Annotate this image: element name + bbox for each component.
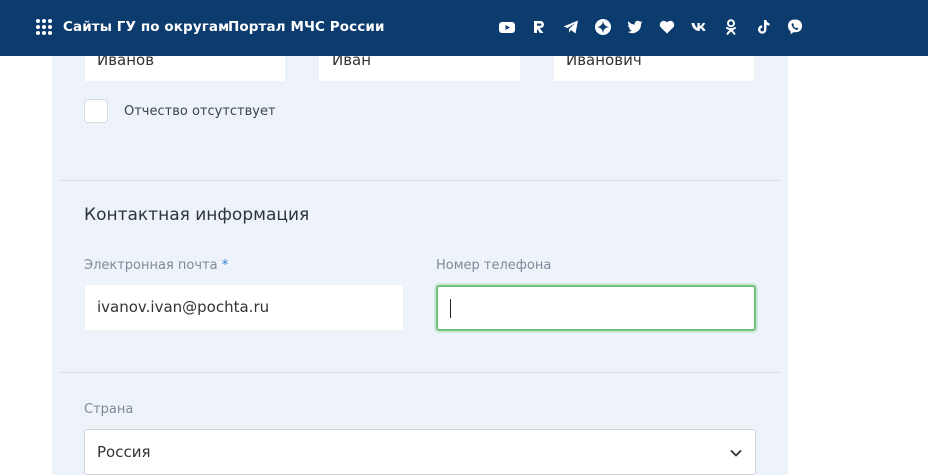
phone-input[interactable]: [436, 285, 756, 331]
vk-icon[interactable]: [690, 18, 708, 36]
email-label: Электронная почта *: [84, 258, 228, 273]
dzen-icon[interactable]: [594, 18, 612, 36]
tiktok-icon[interactable]: [754, 18, 772, 36]
no-middle-name-label: Отчество отсутствует: [124, 104, 276, 119]
odnoklassniki-icon[interactable]: [722, 18, 740, 36]
rutube-icon[interactable]: [530, 18, 548, 36]
section-divider: [60, 180, 780, 181]
heart-icon[interactable]: [658, 18, 676, 36]
country-label: Страна: [84, 402, 134, 417]
country-select[interactable]: Россия: [84, 429, 756, 475]
no-middle-name-checkbox[interactable]: [84, 99, 108, 123]
telegram-icon[interactable]: [562, 18, 580, 36]
apps-grid-icon[interactable]: [36, 19, 52, 35]
section-divider: [60, 372, 780, 373]
contact-section-title: Контактная информация: [84, 205, 310, 225]
twitter-icon[interactable]: [626, 18, 644, 36]
mchs-portal-link[interactable]: Портал МЧС России: [228, 19, 385, 35]
text-cursor: [450, 299, 451, 318]
email-label-text: Электронная почта: [84, 258, 218, 273]
chevron-down-icon: [729, 446, 743, 460]
email-value: ivanov.ivan@pochta.ru: [97, 298, 270, 316]
phone-label: Номер телефона: [436, 258, 552, 273]
country-selected-value: Россия: [97, 443, 151, 461]
viber-icon[interactable]: [786, 18, 804, 36]
regions-sites-link[interactable]: Сайты ГУ по округам: [63, 19, 229, 35]
required-mark: *: [221, 258, 229, 273]
top-navigation-bar: Сайты ГУ по округам Портал МЧС России: [0, 0, 928, 56]
youtube-icon[interactable]: [498, 18, 516, 36]
email-input[interactable]: ivanov.ivan@pochta.ru: [85, 285, 403, 330]
